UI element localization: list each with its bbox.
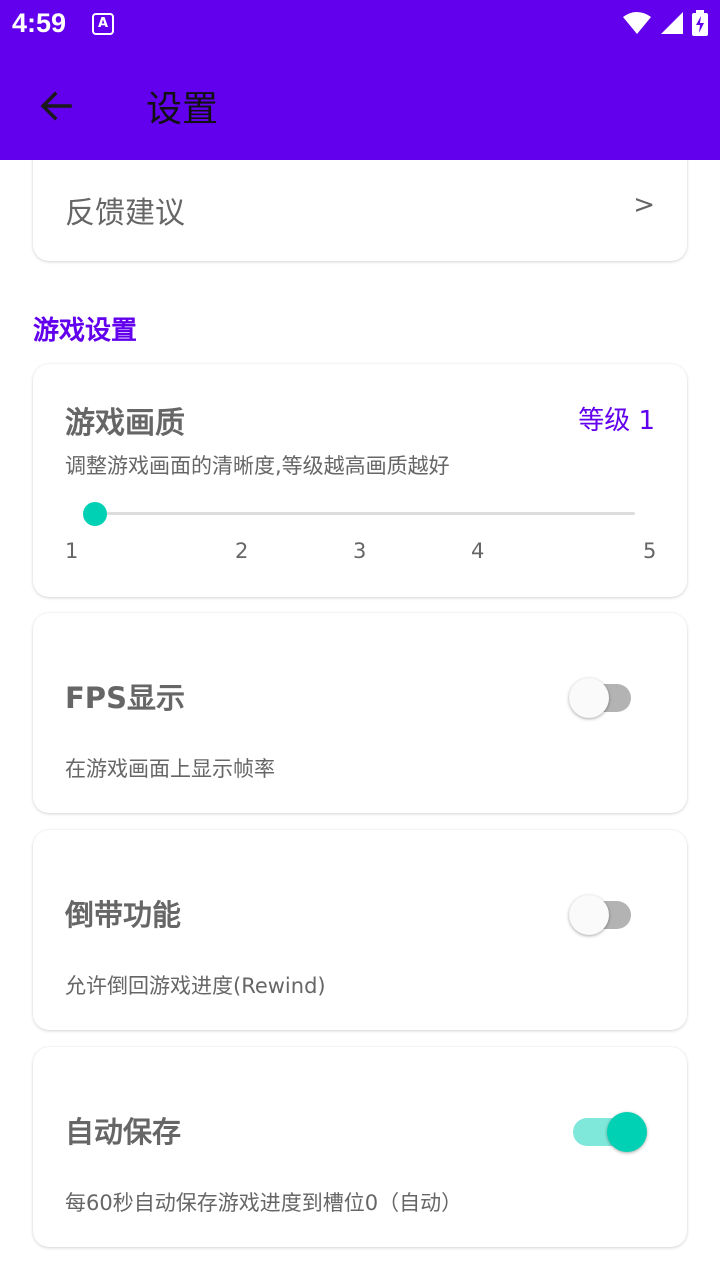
slider-tick-label: 4 (471, 539, 485, 563)
status-bar: 4:59 A (0, 0, 720, 50)
notification-icon: A (92, 13, 114, 35)
back-button[interactable] (30, 80, 82, 132)
rewind-description: 允许倒回游戏进度(Rewind) (65, 974, 326, 998)
status-time: 4:59 (12, 8, 67, 38)
rewind-switch[interactable] (569, 895, 635, 935)
settings-list[interactable]: 反馈建议 > 游戏设置 游戏画质 等级 1 调整游戏画面的清晰度,等级越高画质越… (0, 160, 720, 1280)
quality-title: 游戏画质 (65, 406, 185, 441)
arrow-left-icon (40, 91, 72, 121)
feedback-item[interactable]: 反馈建议 > (33, 160, 687, 261)
slider-track (95, 512, 635, 515)
slider-thumb[interactable] (83, 502, 107, 526)
rewind-title: 倒带功能 (65, 898, 182, 932)
page-title: 设置 (146, 89, 219, 130)
game-quality-card: 游戏画质 等级 1 调整游戏画面的清晰度,等级越高画质越好 1 2 3 4 5 (33, 364, 687, 597)
fps-display-description: 在游戏画面上显示帧率 (65, 757, 275, 781)
chevron-right-icon: > (633, 190, 655, 220)
feedback-label: 反馈建议 (65, 196, 185, 231)
quality-level-label: 等级 1 (578, 406, 655, 436)
auto-save-switch[interactable] (569, 1112, 647, 1152)
status-icons (622, 10, 708, 36)
wifi-icon (623, 12, 651, 34)
slider-tick-label: 3 (353, 539, 367, 563)
app-bar: 设置 (0, 50, 720, 160)
fps-display-card: FPS显示 在游戏画面上显示帧率 (33, 613, 687, 813)
switch-thumb (569, 678, 609, 718)
section-header-game-settings: 游戏设置 (33, 316, 138, 346)
switch-thumb (569, 895, 609, 935)
slider-tick-label: 2 (235, 539, 249, 563)
fps-display-switch[interactable] (569, 678, 635, 718)
auto-save-title: 自动保存 (65, 1115, 182, 1149)
slider-tick-label: 5 (643, 539, 657, 563)
slider-tick-label: 1 (65, 539, 79, 563)
quality-description: 调整游戏画面的清晰度,等级越高画质越好 (65, 454, 450, 478)
switch-thumb (607, 1112, 647, 1152)
auto-save-card: 自动保存 每60秒自动保存游戏进度到槽位0（自动） (33, 1047, 687, 1247)
battery-charging-icon (692, 10, 708, 36)
fps-display-title: FPS显示 (65, 681, 185, 715)
rewind-card: 倒带功能 允许倒回游戏进度(Rewind) (33, 830, 687, 1030)
auto-save-description: 每60秒自动保存游戏进度到槽位0（自动） (65, 1191, 463, 1215)
quality-slider[interactable] (83, 500, 635, 528)
cell-signal-icon (661, 12, 683, 34)
